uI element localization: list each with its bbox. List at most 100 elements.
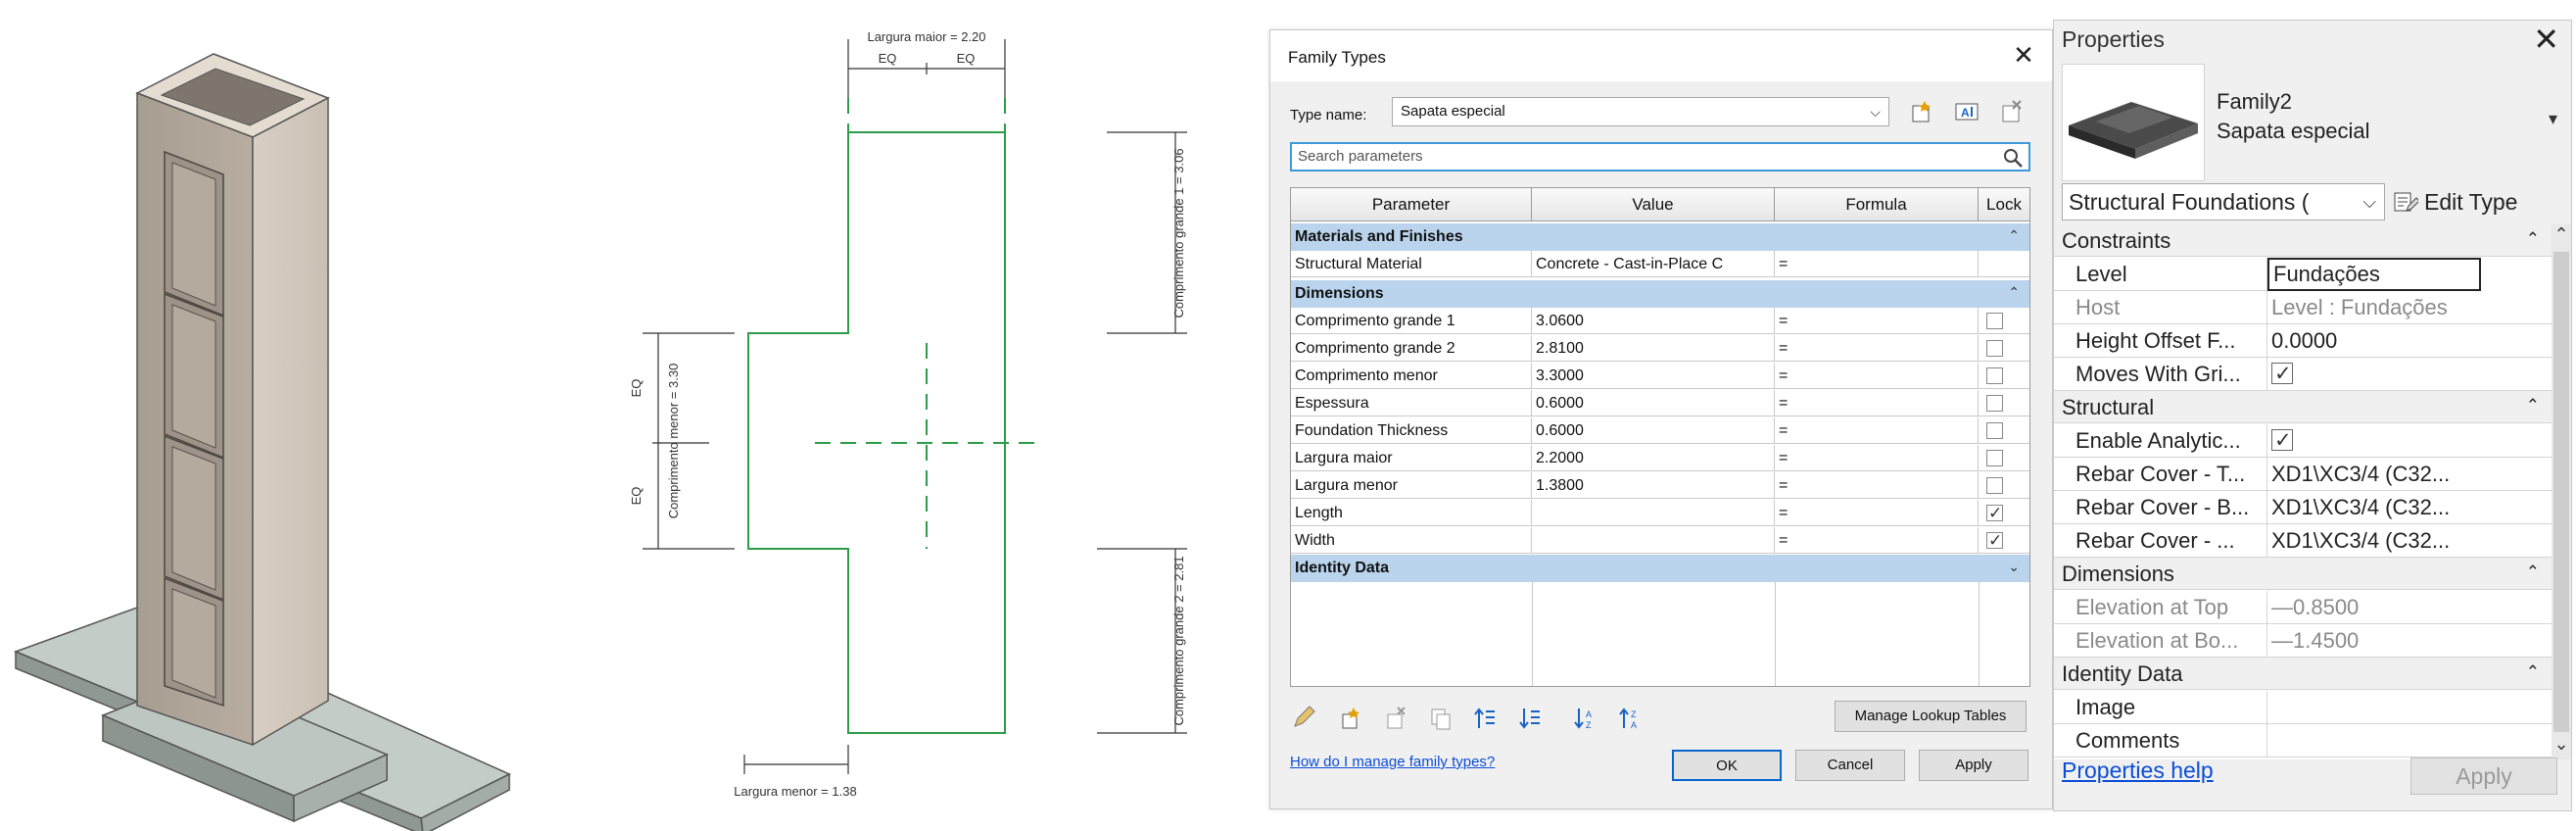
group-dimensions[interactable]: Dimensions ⌃ <box>1291 280 2029 308</box>
param-value[interactable]: 3.3000 <box>1532 363 1775 389</box>
expand-icon[interactable]: ⌄ <box>2008 553 2020 580</box>
table-row[interactable]: Largura menor 1.3800 = <box>1291 472 2029 499</box>
collapse-icon[interactable]: ⌃ <box>2526 556 2540 588</box>
lock-checkbox[interactable] <box>1986 367 2003 384</box>
param-formula[interactable]: = <box>1775 308 1979 334</box>
close-icon[interactable]: ✕ <box>2009 40 2038 70</box>
prop-value[interactable]: ✓ <box>2267 358 2552 391</box>
param-value[interactable] <box>1532 500 1775 526</box>
group-identity-data[interactable]: Identity Data ⌄ <box>1291 555 2029 582</box>
cancel-button[interactable]: Cancel <box>1795 750 1905 781</box>
table-row[interactable]: Comprimento menor 3.3000 = <box>1291 363 2029 389</box>
param-value[interactable]: 1.3800 <box>1532 472 1775 499</box>
checkbox[interactable]: ✓ <box>2271 429 2293 452</box>
lock-checkbox[interactable] <box>1986 450 2003 466</box>
prop-value[interactable]: XD1\XC3/4 (C32... <box>2267 524 2552 558</box>
prop-row-enable-analytical[interactable]: Enable Analytic... ✓ <box>2054 424 2552 458</box>
prop-row-height-offset[interactable]: Height Offset F... 0.0000 <box>2054 324 2552 358</box>
param-formula[interactable]: = <box>1775 390 1979 416</box>
prop-value[interactable] <box>2267 724 2552 758</box>
lock-checkbox[interactable] <box>1986 422 2003 439</box>
type-name-select[interactable]: Sapata especial ⌵ <box>1392 97 1889 126</box>
sort-ascending-icon[interactable]: AZ <box>1572 705 1599 732</box>
properties-help-link[interactable]: Properties help <box>2062 758 2214 784</box>
param-value[interactable]: 2.8100 <box>1532 335 1775 362</box>
table-row[interactable]: Width = ✓ <box>1291 527 2029 554</box>
apply-button[interactable]: Apply <box>2410 758 2557 795</box>
new-type-icon[interactable] <box>1905 95 1938 128</box>
checkbox[interactable]: ✓ <box>2271 363 2293 385</box>
column-header-lock[interactable]: Lock <box>1979 188 2029 221</box>
table-row[interactable]: Structural Material Concrete - Cast-in-P… <box>1291 251 2029 277</box>
lock-checkbox[interactable] <box>1986 313 2003 329</box>
table-row[interactable]: Largura maior 2.2000 = <box>1291 445 2029 471</box>
collapse-icon[interactable]: ⌃ <box>2526 224 2540 255</box>
lock-checkbox[interactable] <box>1986 395 2003 412</box>
scroll-down-icon[interactable]: ⌄ <box>2552 734 2571 758</box>
group-constraints[interactable]: Constraints ⌃ <box>2054 224 2552 257</box>
edit-type-button[interactable]: Edit Type <box>2393 183 2569 220</box>
close-icon[interactable]: ✕ <box>2533 21 2559 58</box>
param-formula[interactable]: = <box>1775 417 1979 444</box>
category-filter-select[interactable]: Structural Foundations ( ⌵ <box>2062 183 2385 220</box>
prop-value-input[interactable]: Fundações <box>2267 258 2481 291</box>
lock-checkbox[interactable]: ✓ <box>1986 504 2003 522</box>
manage-lookup-tables-button[interactable]: Manage Lookup Tables <box>1835 701 2027 732</box>
param-formula[interactable]: = <box>1775 363 1979 389</box>
prop-row-comments[interactable]: Comments <box>2054 724 2552 758</box>
move-down-icon[interactable] <box>1517 705 1545 732</box>
param-formula[interactable]: = <box>1775 472 1979 499</box>
param-formula[interactable]: = <box>1775 527 1979 554</box>
edit-pencil-icon[interactable] <box>1290 705 1317 732</box>
param-value[interactable]: Concrete - Cast-in-Place C <box>1532 251 1775 277</box>
scrollbar-thumb[interactable] <box>2553 252 2569 732</box>
param-formula[interactable]: = <box>1775 251 1979 277</box>
help-link[interactable]: How do I manage family types? <box>1290 754 1495 770</box>
copy-parameter-icon[interactable] <box>1427 705 1455 732</box>
prop-value[interactable]: 0.0000 <box>2267 324 2552 358</box>
param-value[interactable]: 2.2000 <box>1532 445 1775 471</box>
group-materials-and-finishes[interactable]: Materials and Finishes ⌃ <box>1291 223 2029 251</box>
param-value[interactable]: 0.6000 <box>1532 417 1775 444</box>
table-row[interactable]: Length = ✓ <box>1291 500 2029 526</box>
column-header-formula[interactable]: Formula <box>1775 188 1979 221</box>
lock-checkbox[interactable] <box>1986 477 2003 494</box>
collapse-icon[interactable]: ⌃ <box>2526 656 2540 688</box>
param-formula[interactable]: = <box>1775 445 1979 471</box>
search-input[interactable]: Search parameters <box>1290 142 2030 171</box>
plan-view[interactable]: Largura maior = 2.20 EQ EQ Comprimento g… <box>588 0 1254 831</box>
column-header-value[interactable]: Value <box>1532 188 1775 221</box>
group-dimensions[interactable]: Dimensions ⌃ <box>2054 558 2552 590</box>
collapse-icon[interactable]: ⌃ <box>2526 389 2540 421</box>
param-value[interactable]: 3.0600 <box>1532 308 1775 334</box>
apply-button[interactable]: Apply <box>1919 750 2028 781</box>
group-structural[interactable]: Structural ⌃ <box>2054 391 2552 423</box>
move-up-icon[interactable] <box>1472 705 1500 732</box>
vertical-scrollbar[interactable]: ⌃ ⌄ <box>2552 224 2571 759</box>
delete-type-icon[interactable] <box>1995 95 2028 128</box>
collapse-icon[interactable]: ⌃ <box>2008 221 2020 249</box>
param-value[interactable]: 0.6000 <box>1532 390 1775 416</box>
table-row[interactable]: Foundation Thickness 0.6000 = <box>1291 417 2029 444</box>
table-row[interactable]: Comprimento grande 2 2.8100 = <box>1291 335 2029 362</box>
sort-descending-icon[interactable]: ZA <box>1617 705 1645 732</box>
prop-row-moves-with-grids[interactable]: Moves With Gri... ✓ <box>2054 358 2552 391</box>
collapse-icon[interactable]: ⌃ <box>2008 278 2020 306</box>
prop-row-image[interactable]: Image <box>2054 691 2552 724</box>
prop-row-rebar-cover-top[interactable]: Rebar Cover - T... XD1\XC3/4 (C32... <box>2054 458 2552 491</box>
table-row[interactable]: Espessura 0.6000 = <box>1291 390 2029 416</box>
group-identity-data[interactable]: Identity Data ⌃ <box>2054 658 2552 690</box>
rename-type-icon[interactable]: A <box>1950 95 1983 128</box>
prop-row-rebar-cover-other[interactable]: Rebar Cover - ... XD1\XC3/4 (C32... <box>2054 524 2552 558</box>
param-formula[interactable]: = <box>1775 335 1979 362</box>
prop-row-level[interactable]: Level Fundações <box>2054 258 2552 291</box>
type-selector-dropdown-icon[interactable]: ▾ <box>2549 109 2557 129</box>
prop-row-rebar-cover-bottom[interactable]: Rebar Cover - B... XD1\XC3/4 (C32... <box>2054 491 2552 524</box>
scroll-up-icon[interactable]: ⌃ <box>2552 224 2571 248</box>
new-parameter-icon[interactable] <box>1337 705 1364 732</box>
prop-value[interactable] <box>2267 691 2552 724</box>
column-header-parameter[interactable]: Parameter <box>1291 188 1532 221</box>
table-row[interactable]: Comprimento grande 1 3.0600 = <box>1291 308 2029 334</box>
lock-checkbox[interactable] <box>1986 340 2003 357</box>
ok-button[interactable]: OK <box>1672 750 1782 781</box>
